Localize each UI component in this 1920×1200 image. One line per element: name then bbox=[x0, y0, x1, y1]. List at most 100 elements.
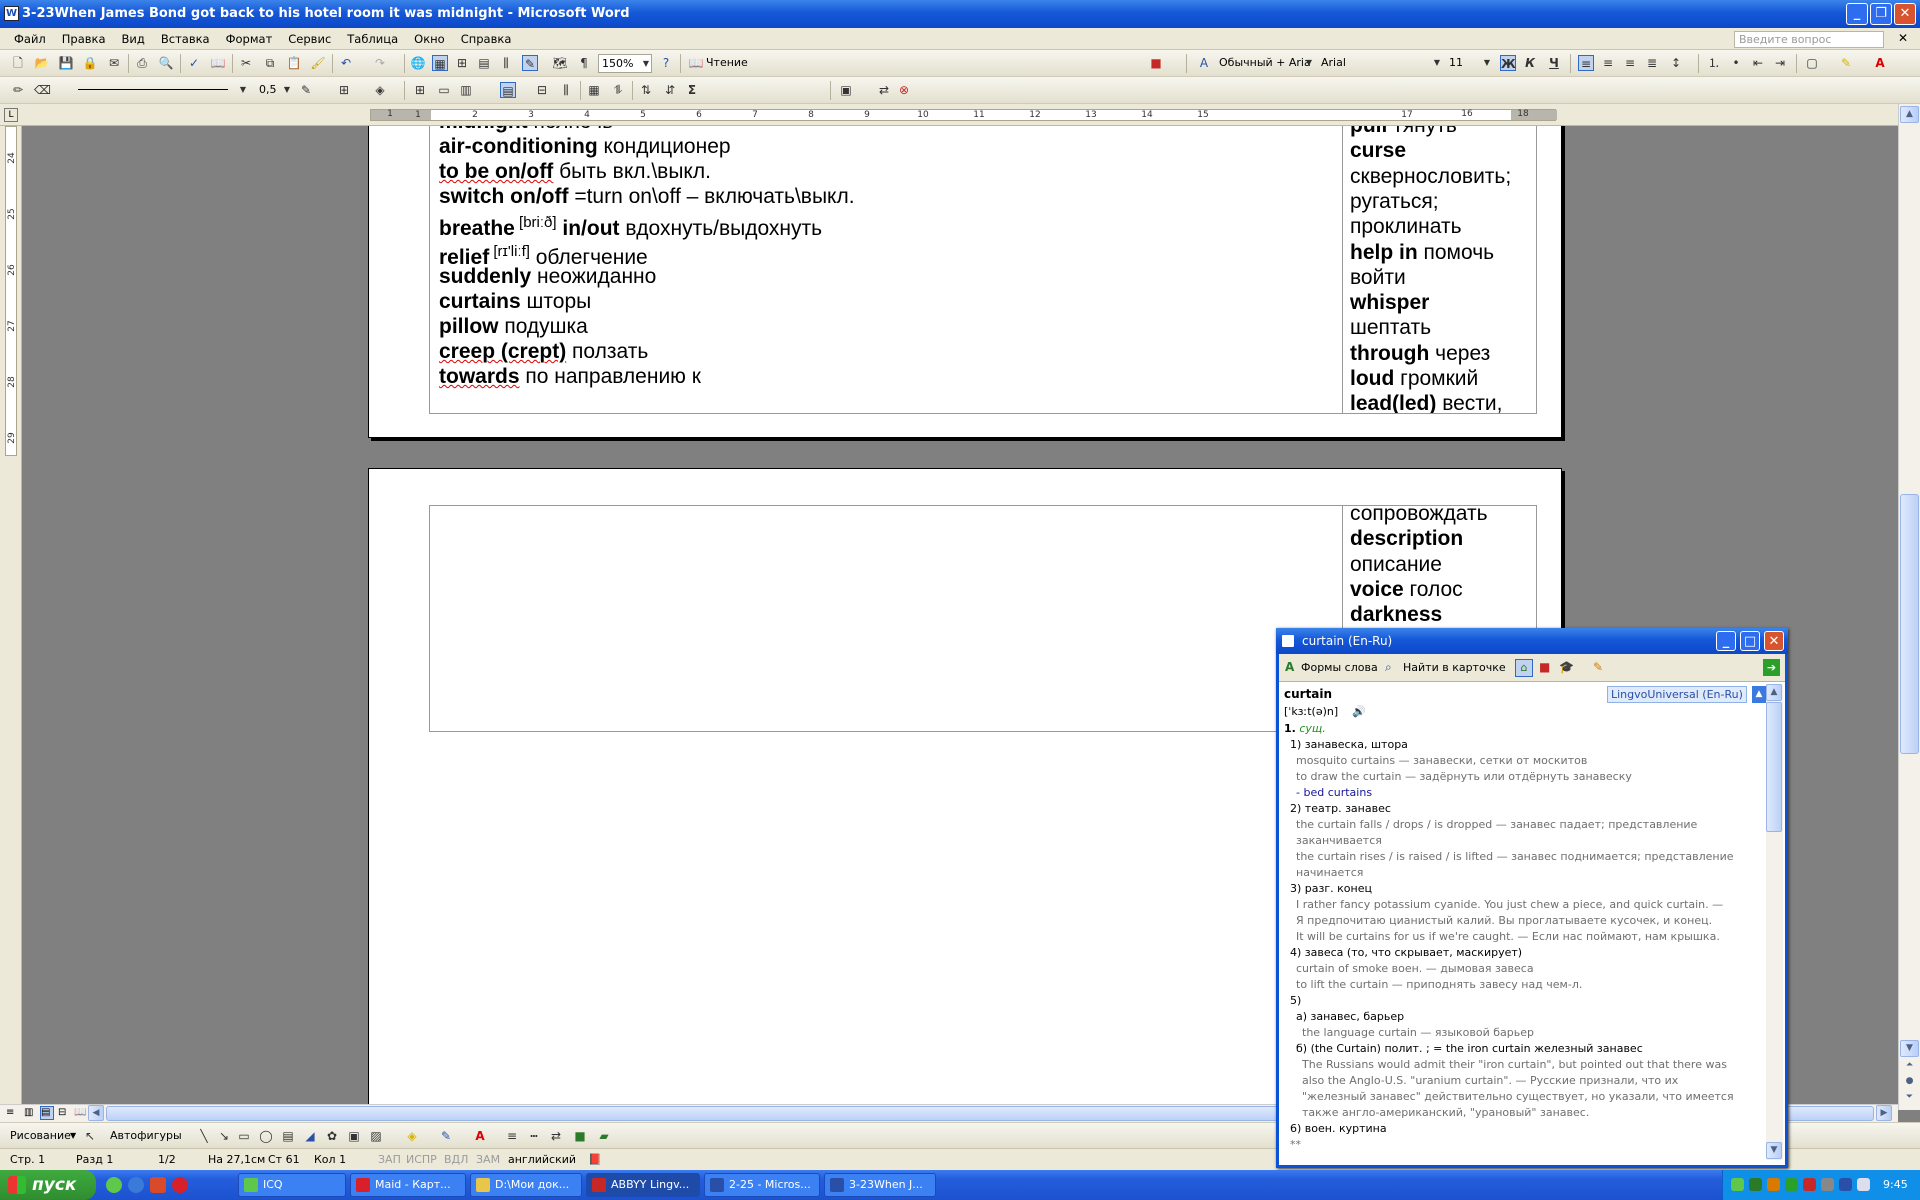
print-icon[interactable]: ⎙ bbox=[134, 55, 150, 71]
shading-icon[interactable]: ◈ bbox=[372, 82, 388, 98]
vocab-left-line[interactable]: to be on/off быть вкл.\выкл. bbox=[439, 159, 711, 184]
vocab-right-line[interactable]: loud громкий bbox=[1350, 366, 1478, 391]
menu-window[interactable]: Окно bbox=[414, 32, 445, 46]
taskbar-button[interactable]: ABBYY Lingv... bbox=[586, 1173, 700, 1197]
scroll-down-icon[interactable]: ▼ bbox=[1900, 1040, 1919, 1057]
tray-keyboard-icon[interactable] bbox=[1857, 1178, 1870, 1191]
insert-excel-icon[interactable]: ▤ bbox=[476, 55, 492, 71]
lingvo-maximize-icon[interactable]: □ bbox=[1740, 631, 1760, 651]
vocab-right2-line[interactable]: описание bbox=[1350, 552, 1442, 577]
vocab-left-line[interactable]: curtains шторы bbox=[439, 289, 591, 314]
bold-button[interactable]: Ж bbox=[1500, 55, 1516, 71]
vocab-left-line[interactable]: pillow подушка bbox=[439, 314, 588, 339]
vocab-right-line[interactable]: шептать bbox=[1350, 315, 1431, 340]
vocab-left-line[interactable]: breathe [briːð] in/out вдохнуть/выдохнут… bbox=[439, 210, 822, 241]
status-extend[interactable]: ВДЛ bbox=[444, 1153, 468, 1166]
menu-insert[interactable]: Вставка bbox=[161, 32, 210, 46]
sort-asc-icon[interactable]: ⇅ bbox=[638, 82, 654, 98]
opera-quick-icon[interactable] bbox=[172, 1177, 188, 1193]
vocab-left-line[interactable]: air-conditioning кондиционер bbox=[439, 134, 731, 159]
tables-borders-icon[interactable]: ▦ bbox=[432, 55, 448, 71]
reading-layout-icon[interactable]: 📖 bbox=[688, 55, 704, 71]
acrobat-quick-icon[interactable] bbox=[150, 1177, 166, 1193]
lingvo-forward-icon[interactable]: ➔ bbox=[1763, 659, 1780, 676]
ask-question-input[interactable]: Введите вопрос bbox=[1734, 31, 1884, 48]
vocab-right-line[interactable]: проклинать bbox=[1350, 214, 1462, 239]
vocab-left-line[interactable]: creep (crept) ползать bbox=[439, 339, 648, 364]
taskbar-button[interactable]: ICQ bbox=[238, 1173, 346, 1197]
vocab-right2-line[interactable]: сопровождать bbox=[1350, 505, 1488, 526]
align-right-icon[interactable]: ≡ bbox=[1622, 55, 1638, 71]
vocab-right-line[interactable]: curse bbox=[1350, 138, 1406, 163]
lingvo-scrollbar[interactable]: ▲ ▼ bbox=[1766, 684, 1783, 1160]
tray-app-icon[interactable] bbox=[1749, 1178, 1762, 1191]
select-objects-icon[interactable]: ↖ bbox=[82, 1128, 98, 1144]
horizontal-ruler[interactable]: L 1 16 18 1 2 3 4 5 6 7 8 9 10 11 12 13 … bbox=[0, 104, 1920, 126]
distribute-columns-icon[interactable]: ⫼ bbox=[558, 82, 574, 98]
outline-view-icon[interactable]: ⊟ bbox=[58, 1107, 66, 1118]
lingvo-sound-icon[interactable]: ✎ bbox=[1593, 660, 1603, 674]
lingvo-collapse-icon[interactable]: ▲ bbox=[1752, 686, 1766, 703]
tray-icq-icon[interactable] bbox=[1731, 1178, 1744, 1191]
vocab-right-line[interactable]: войти bbox=[1350, 265, 1406, 290]
scroll-up-icon[interactable]: ▲ bbox=[1900, 106, 1919, 123]
numbering-icon[interactable]: ⒈ bbox=[1706, 55, 1722, 71]
new-document-icon[interactable]: 🗋 bbox=[10, 55, 26, 71]
split-cells-icon[interactable]: ▥ bbox=[458, 82, 474, 98]
menu-view[interactable]: Вид bbox=[122, 32, 145, 46]
save-icon[interactable]: 💾 bbox=[58, 55, 74, 71]
start-button[interactable]: пуск bbox=[0, 1170, 96, 1200]
menu-file[interactable]: Файл bbox=[14, 32, 46, 46]
lingvo-window[interactable]: curtain (En-Ru) _ □ ✕ A Формы слова ⌕ На… bbox=[1276, 628, 1788, 1168]
scroll-left-icon[interactable]: ◀ bbox=[88, 1105, 104, 1121]
vocab-left-line[interactable]: midnight полночь bbox=[439, 126, 613, 134]
find-in-card-button[interactable]: Найти в карточке bbox=[1403, 661, 1506, 674]
email-icon[interactable]: ✉ bbox=[106, 55, 122, 71]
highlight-icon[interactable]: ✎ bbox=[1838, 55, 1854, 71]
oval-icon[interactable]: ◯ bbox=[258, 1128, 274, 1144]
word-forms-icon[interactable]: A bbox=[1285, 660, 1294, 674]
picture-icon[interactable]: ▨ bbox=[368, 1128, 384, 1144]
status-track[interactable]: ИСПР bbox=[406, 1153, 437, 1166]
insert-table2-icon[interactable]: ⊞ bbox=[412, 82, 428, 98]
vocab-right-line[interactable]: ругаться; bbox=[1350, 189, 1439, 214]
style-select[interactable]: Обычный + Aria ▼ bbox=[1216, 54, 1314, 73]
columns-icon[interactable]: ⫼ bbox=[498, 55, 514, 71]
icq-quick-icon[interactable] bbox=[106, 1177, 122, 1193]
frame-icon[interactable]: ▣ bbox=[838, 82, 854, 98]
taskbar-button[interactable]: 2-25 - Micros... bbox=[704, 1173, 820, 1197]
lingvo-audio-icon[interactable]: 🔊 bbox=[1352, 704, 1366, 720]
tray-lingvo-icon[interactable] bbox=[1803, 1178, 1816, 1191]
decrease-indent-icon[interactable]: ⇤ bbox=[1750, 55, 1766, 71]
clipart-icon[interactable]: ▣ bbox=[346, 1128, 362, 1144]
lingvo-close-icon[interactable]: ✕ bbox=[1764, 631, 1784, 651]
spelling-status-icon[interactable]: 📕 bbox=[588, 1153, 602, 1166]
outside-border-icon[interactable]: ▢ bbox=[1804, 55, 1820, 71]
close-icon[interactable]: ✕ bbox=[1894, 3, 1916, 25]
align-center-icon[interactable]: ≡ bbox=[1600, 55, 1616, 71]
line-icon[interactable]: ╲ bbox=[196, 1128, 212, 1144]
line-color-icon[interactable]: ✎ bbox=[438, 1128, 454, 1144]
close-document-icon[interactable]: ✕ bbox=[1898, 31, 1908, 45]
hyperlink-icon[interactable]: 🌐 bbox=[410, 55, 426, 71]
increase-indent-icon[interactable]: ⇥ bbox=[1772, 55, 1788, 71]
status-rec[interactable]: ЗАП bbox=[378, 1153, 401, 1166]
vocab-right-column[interactable]: pull тянутьcurseсквернословить;ругаться;… bbox=[1350, 126, 1530, 413]
wordart-icon[interactable]: ◢ bbox=[302, 1128, 318, 1144]
line-spacing-icon[interactable]: ↕ bbox=[1668, 55, 1684, 71]
vocab-right-line[interactable]: сквернословить; bbox=[1350, 164, 1511, 189]
undo-icon[interactable]: ↶ bbox=[338, 55, 354, 71]
textbox-icon[interactable]: ▤ bbox=[280, 1128, 296, 1144]
lingvo-minimize-icon[interactable]: _ bbox=[1716, 631, 1736, 651]
vocab-left-line[interactable]: switch on/off =turn on\off – включать\вы… bbox=[439, 184, 855, 209]
vocab-right2-line[interactable]: voice голос bbox=[1350, 577, 1463, 602]
vocab-right2-line[interactable]: darkness bbox=[1350, 602, 1442, 627]
eraser-icon[interactable]: ⌫ bbox=[34, 82, 51, 98]
fill-color-icon[interactable]: ◈ bbox=[404, 1128, 420, 1144]
normal-view-icon[interactable]: ≡ bbox=[6, 1107, 14, 1118]
delete-icon[interactable]: ⊗ bbox=[896, 82, 912, 98]
compare-icon[interactable]: ⇄ bbox=[876, 82, 892, 98]
lingvo-dictionary-name[interactable]: LingvoUniversal (En-Ru) bbox=[1607, 686, 1747, 703]
maximize-icon[interactable]: ❐ bbox=[1870, 3, 1892, 25]
document-map-icon[interactable]: 🗺 bbox=[552, 55, 568, 71]
